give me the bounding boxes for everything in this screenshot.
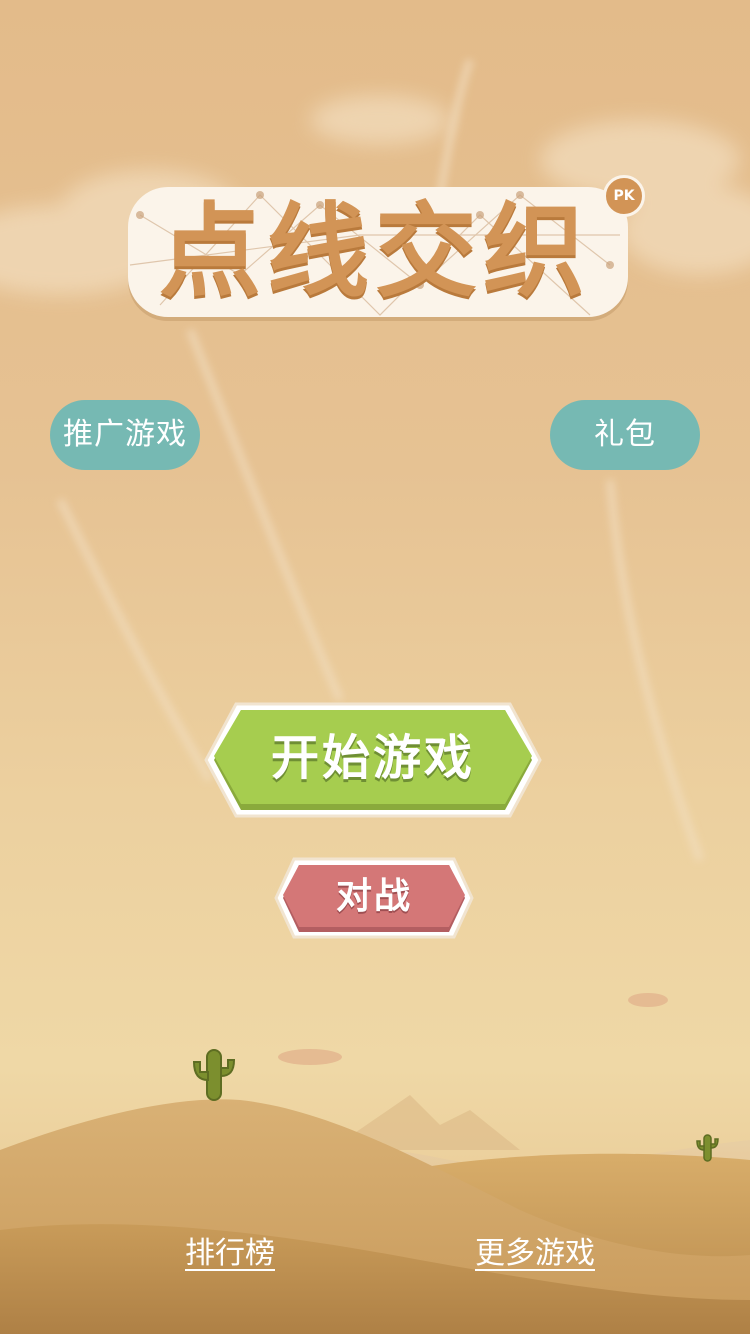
promo-games-button[interactable]: 推广游戏: [50, 400, 200, 470]
floating-rock: [278, 1049, 342, 1065]
cactus-icon: [192, 1049, 236, 1101]
start-game-label: 开始游戏: [270, 730, 475, 786]
leaderboard-link[interactable]: 排行榜: [180, 1234, 280, 1278]
floating-rock: [628, 993, 668, 1007]
game-title: 点线交织: [159, 193, 591, 312]
start-game-button[interactable]: 开始游戏: [200, 698, 546, 822]
battle-button[interactable]: 对战: [272, 855, 476, 941]
pk-badge: PK: [603, 175, 645, 217]
game-logo: 点线交织 PK: [120, 175, 645, 330]
battle-label: 对战: [335, 876, 412, 917]
more-games-link[interactable]: 更多游戏: [470, 1234, 600, 1278]
gift-pack-button[interactable]: 礼包: [550, 400, 700, 470]
